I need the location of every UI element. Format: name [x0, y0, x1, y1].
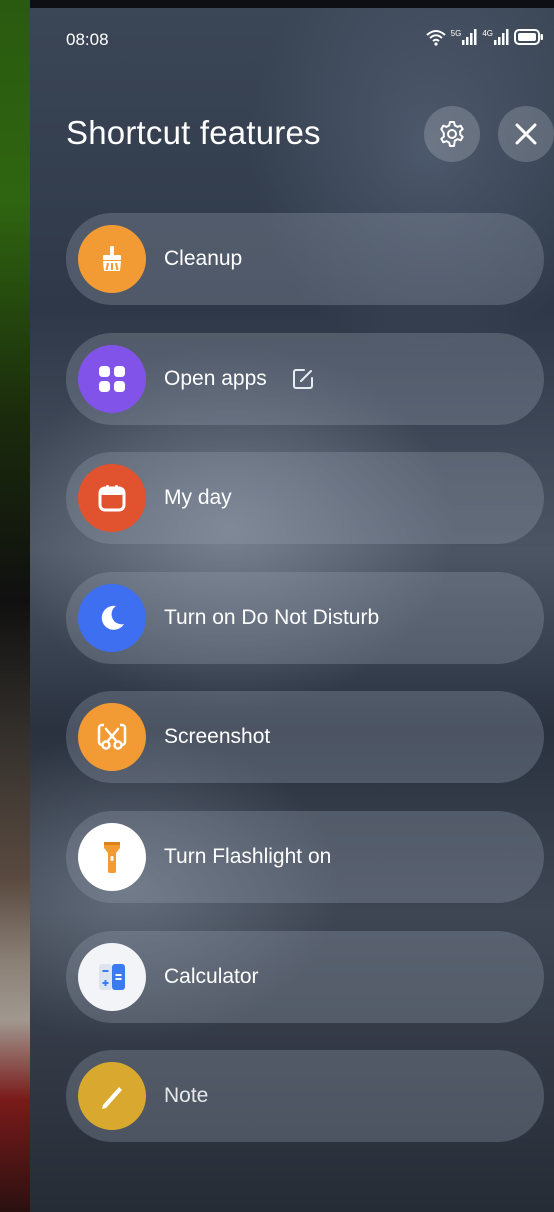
shortcut-label: Open apps [164, 367, 267, 390]
edit-icon[interactable] [291, 367, 315, 391]
close-button[interactable] [498, 106, 554, 162]
background-app [0, 0, 30, 1212]
status-bar: 08:08 5G 4G [66, 28, 544, 52]
broom-icon [78, 225, 146, 293]
status-icons: 5G 4G [425, 28, 544, 46]
network-4g-label: 4G [482, 29, 493, 38]
shortcut-cleanup[interactable]: Cleanup [66, 213, 544, 305]
calculator-icon [78, 943, 146, 1011]
status-time: 08:08 [66, 30, 109, 49]
shortcut-label: Screenshot [164, 725, 271, 748]
gear-icon [440, 121, 464, 147]
grid-icon [78, 345, 146, 413]
shortcut-my-day[interactable]: My day [66, 452, 544, 544]
page-title: Shortcut features [66, 114, 321, 151]
pencil-icon [78, 1062, 146, 1130]
shortcut-label: Calculator [164, 965, 259, 988]
signal-5g-icon: 5G [451, 29, 479, 45]
shortcut-label: Turn on Do Not Disturb [164, 606, 380, 629]
shortcut-open-apps[interactable]: Open apps [66, 333, 544, 425]
shortcut-do-not-disturb[interactable]: Turn on Do Not Disturb [66, 572, 544, 664]
scissors-icon [78, 703, 146, 771]
shortcut-note[interactable]: Note [66, 1050, 544, 1142]
shortcut-label: Note [164, 1084, 209, 1107]
flashlight-icon [78, 823, 146, 891]
shortcut-flashlight[interactable]: Turn Flashlight on [66, 811, 544, 903]
shortcut-label: My day [164, 486, 232, 509]
shortcut-label: Turn Flashlight on [164, 845, 332, 868]
settings-button[interactable] [424, 106, 480, 162]
shortcut-calculator[interactable]: Calculator [66, 931, 544, 1023]
calendar-icon [78, 464, 146, 532]
network-5g-label: 5G [450, 29, 462, 38]
wifi-icon [425, 30, 446, 46]
shortcut-screenshot[interactable]: Screenshot [66, 691, 544, 783]
moon-icon [78, 584, 146, 652]
battery-icon [514, 29, 543, 45]
signal-4g-icon: 4G [482, 29, 510, 45]
close-icon [515, 123, 537, 145]
shortcut-label: Cleanup [164, 247, 243, 270]
